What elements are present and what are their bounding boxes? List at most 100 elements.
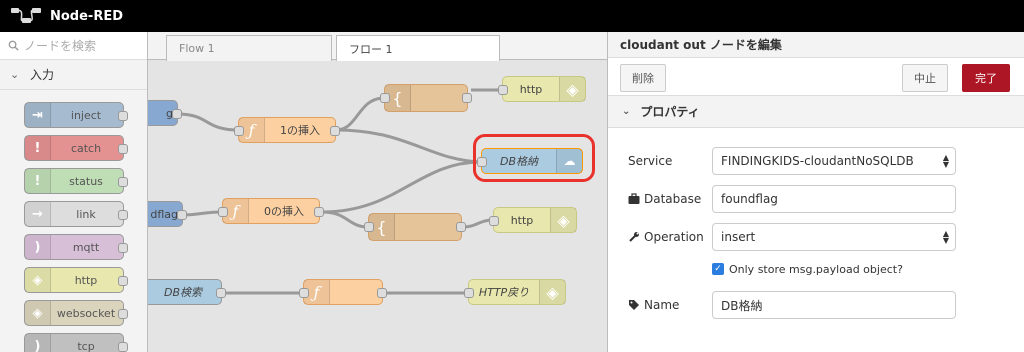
database-label: Database [644,192,702,206]
input-port [380,93,390,103]
palette-node-inject[interactable]: ⇥ inject [24,102,128,128]
globe-icon: ◈ [25,268,51,292]
exclamation-icon: ! [25,169,51,193]
service-label: Service [628,154,673,168]
flow-node-template-mid[interactable]: { [364,213,466,241]
flow-node-template-top[interactable]: { [380,84,472,112]
name-label: Name [644,298,680,312]
flow-node-flag[interactable]: g [148,100,182,126]
input-port [464,288,474,298]
palette-search-input[interactable]: ノードを検索 [0,32,147,60]
globe-icon: ◈ [550,208,576,232]
input-port [234,126,244,136]
name-input[interactable]: DB格納 [712,291,956,319]
tab-label: Flow 1 [179,42,215,55]
tray-toolbar: 削除 中止 完了 [608,58,1024,96]
palette-node-tcp[interactable]: ) tcp [24,333,128,352]
node-palette: ノードを検索 ⌄ 入力 ⇥ inject ! catch ! status → … [0,32,148,352]
node-label: catch [70,141,102,155]
app-title: Node-RED [50,8,124,24]
checkmark-icon: ✓ [712,263,724,275]
flow-node-insert-0[interactable]: ƒ 0の挿入 [218,198,324,224]
flow-node-http-return[interactable]: HTTP戻り ◈ [464,279,566,305]
globe-icon: ◈ [25,301,51,325]
output-port [118,144,128,154]
flow-canvas[interactable]: g ƒ 1の挿入 { http ◈ DB格納 ☁ dflag ƒ 0の挿入 {… [148,60,607,352]
flow-node-insert-1[interactable]: ƒ 1の挿入 [234,117,340,143]
flow-node-foundflag[interactable]: dflag [148,201,187,227]
output-port [456,222,466,232]
chevron-down-icon: ⌄ [10,68,20,81]
output-port [462,93,472,103]
tray-header: cloudant out ノードを編集 [608,32,1024,58]
flow-node-function-bottom[interactable]: ƒ [299,279,387,305]
node-label: inject [70,108,102,122]
only-store-checkbox[interactable]: ✓ Only store msg.payload object? [712,263,903,276]
output-port [118,342,128,352]
chevron-down-icon: ⌄ [622,106,631,117]
database-input[interactable]: foundflag [712,185,956,213]
tab-label: フロー 1 [349,42,393,56]
node-label: status [69,174,103,188]
highlight-ring [473,134,595,182]
node-red-logo-icon [11,8,41,23]
cancel-button[interactable]: 中止 [902,64,948,92]
output-port [314,207,324,217]
edit-node-tray: cloudant out ノードを編集 削除 中止 完了 ⌄ プロパティ Ser… [607,32,1024,352]
palette-node-status[interactable]: ! status [24,168,128,194]
bridge-icon: ) [25,334,51,352]
output-port [118,177,128,187]
select-arrows-icon: ▲ ▼ [942,229,949,245]
flow-node-http-response-mid[interactable]: http ◈ [489,207,577,233]
only-store-row: ✓ Only store msg.payload object? [608,254,1024,284]
globe-icon: ◈ [539,280,565,304]
node-label: http [74,273,98,287]
delete-button[interactable]: 削除 [620,64,666,92]
operation-label-wrap: Operation [628,230,704,244]
name-row: Name DB格納 [608,290,1024,320]
output-port [172,109,182,119]
database-row: Database foundflag [608,184,1024,214]
operation-value: insert [721,230,756,244]
header-bar: Node-RED [0,0,1024,32]
briefcase-icon [628,193,640,204]
palette-node-link[interactable]: → link [24,201,128,227]
palette-category-input[interactable]: ⌄ 入力 [0,60,147,90]
search-placeholder: ノードを検索 [24,39,97,53]
node-label: link [76,207,96,221]
tab-flow-1-jp[interactable]: フロー 1 [336,35,500,61]
operation-select[interactable]: insert ▲ ▼ [712,223,956,251]
node-label: tcp [77,339,95,352]
flow-node-http-response-top[interactable]: http ◈ [498,76,586,102]
flow-node-db-search[interactable]: DB検索 [148,279,226,305]
tab-flow-1[interactable]: Flow 1 [166,35,332,61]
section-label: プロパティ [640,105,700,119]
output-port [177,210,187,220]
arrow-icon: ⇥ [25,103,51,127]
flow-workspace[interactable]: Flow 1 フロー 1 g ƒ 1の挿入 {http ◈ DB格納 ☁ df… [148,32,607,352]
output-port [216,288,226,298]
done-button[interactable]: 完了 [962,64,1010,92]
operation-row: Operation insert ▲ ▼ [608,222,1024,252]
output-port [118,210,128,220]
service-select[interactable]: FINDINGKIDS-cloudantNoSQLDB ▲ ▼ [712,147,956,175]
select-arrows-icon: ▲ ▼ [942,153,949,169]
palette-node-http[interactable]: ◈ http [24,267,128,293]
name-label-wrap: Name [628,298,679,312]
tray-title: cloudant out ノードを編集 [620,38,782,52]
link-arrow-icon: → [25,202,51,226]
output-port [118,111,128,121]
service-value: FINDINGKIDS-cloudantNoSQLDB [721,154,914,168]
node-label: mqtt [72,240,100,254]
bridge-icon: ) [25,235,51,259]
palette-node-websocket[interactable]: ◈ websocket [24,300,128,326]
output-port [377,288,387,298]
service-row: Service FINDINGKIDS-cloudantNoSQLDB ▲ ▼ [608,146,1024,176]
input-port [498,85,508,95]
search-icon [8,40,19,51]
palette-node-catch[interactable]: ! catch [24,135,128,161]
properties-section-header[interactable]: ⌄ プロパティ [608,96,1024,128]
output-port [118,243,128,253]
palette-node-mqtt[interactable]: ) mqtt [24,234,128,260]
workspace-tabs: Flow 1 フロー 1 [148,32,607,61]
